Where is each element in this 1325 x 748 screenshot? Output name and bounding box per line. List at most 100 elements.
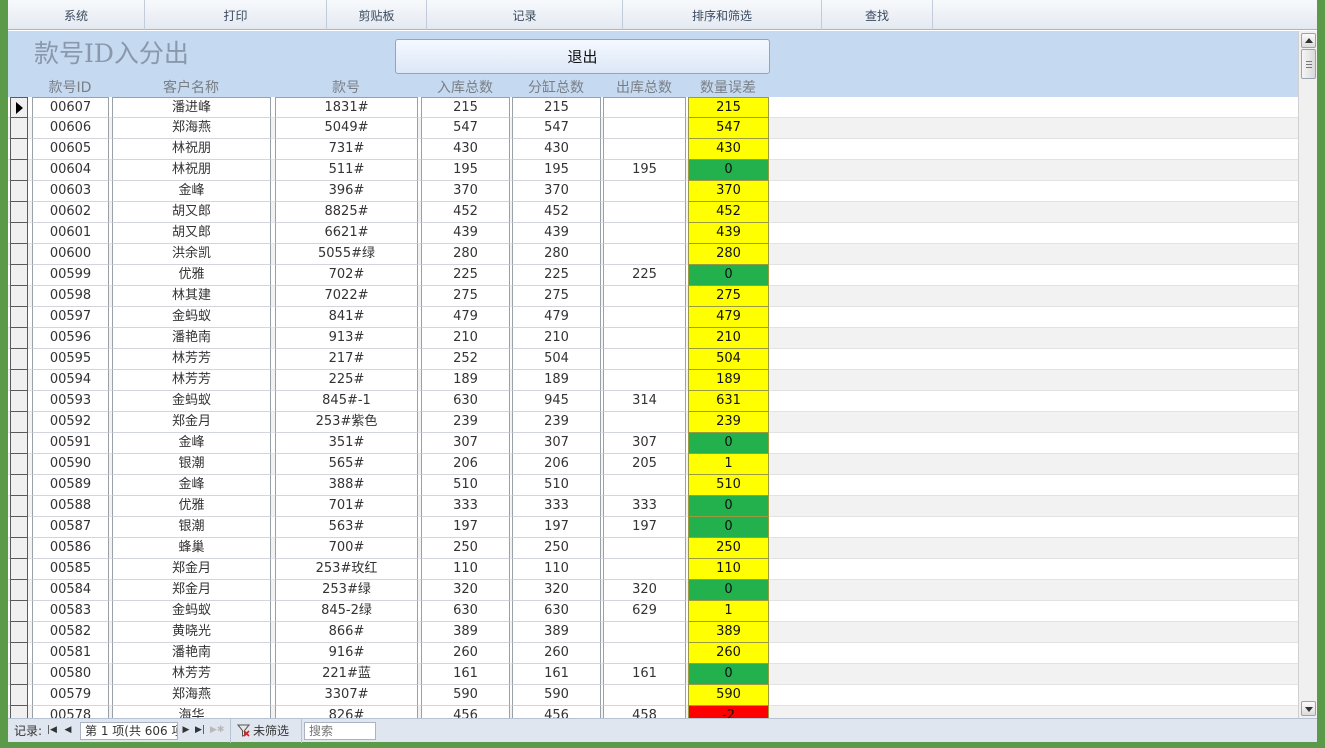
table-row[interactable]: 00580 林芳芳 221#蓝 161 161 161 0 bbox=[8, 664, 1298, 685]
cell-in-total[interactable]: 590 bbox=[421, 685, 510, 706]
record-selector[interactable] bbox=[10, 517, 28, 538]
cell-out-total[interactable] bbox=[603, 328, 686, 349]
cell-out-total[interactable]: 225 bbox=[603, 265, 686, 286]
cell-style-no[interactable]: 845#-1 bbox=[275, 391, 418, 412]
record-selector[interactable] bbox=[10, 160, 28, 181]
ribbon-group-records[interactable]: 记录 bbox=[427, 0, 623, 30]
record-selector[interactable] bbox=[10, 202, 28, 223]
record-selector[interactable] bbox=[10, 475, 28, 496]
vertical-scrollbar[interactable] bbox=[1298, 31, 1317, 718]
cell-diff[interactable]: 250 bbox=[688, 538, 769, 559]
table-row[interactable]: 00603 金峰 396# 370 370 370 bbox=[8, 181, 1298, 202]
cell-diff[interactable]: 504 bbox=[688, 349, 769, 370]
table-row[interactable]: 00587 银潮 563# 197 197 197 0 bbox=[8, 517, 1298, 538]
cell-style-id[interactable]: 00601 bbox=[32, 223, 109, 244]
ribbon-group-clipboard[interactable]: 剪贴板 bbox=[327, 0, 427, 30]
cell-in-total[interactable]: 195 bbox=[421, 160, 510, 181]
cell-customer[interactable]: 银潮 bbox=[112, 454, 271, 475]
cell-out-total[interactable] bbox=[603, 181, 686, 202]
cell-diff[interactable]: 0 bbox=[688, 517, 769, 538]
cell-vat-total[interactable]: 215 bbox=[512, 97, 601, 118]
cell-in-total[interactable]: 389 bbox=[421, 622, 510, 643]
cell-customer[interactable]: 林芳芳 bbox=[112, 664, 271, 685]
cell-style-no[interactable]: 563# bbox=[275, 517, 418, 538]
scroll-thumb[interactable] bbox=[1301, 49, 1316, 79]
table-row[interactable]: 00598 林其建 7022# 275 275 275 bbox=[8, 286, 1298, 307]
cell-out-total[interactable] bbox=[603, 97, 686, 118]
table-row[interactable]: 00597 金蚂蚁 841# 479 479 479 bbox=[8, 307, 1298, 328]
table-row[interactable]: 00588 优雅 701# 333 333 333 0 bbox=[8, 496, 1298, 517]
table-row[interactable]: 00579 郑海燕 3307# 590 590 590 bbox=[8, 685, 1298, 706]
record-selector[interactable] bbox=[10, 496, 28, 517]
cell-out-total[interactable] bbox=[603, 223, 686, 244]
cell-style-no[interactable]: 351# bbox=[275, 433, 418, 454]
cell-style-id[interactable]: 00595 bbox=[32, 349, 109, 370]
cell-out-total[interactable] bbox=[603, 559, 686, 580]
cell-style-no[interactable]: 388# bbox=[275, 475, 418, 496]
cell-style-id[interactable]: 00580 bbox=[32, 664, 109, 685]
table-row[interactable]: 00599 优雅 702# 225 225 225 0 bbox=[8, 265, 1298, 286]
cell-diff[interactable]: 0 bbox=[688, 664, 769, 685]
cell-style-id[interactable]: 00605 bbox=[32, 139, 109, 160]
cell-vat-total[interactable]: 452 bbox=[512, 202, 601, 223]
cell-style-id[interactable]: 00597 bbox=[32, 307, 109, 328]
ribbon-group-sort-filter[interactable]: 排序和筛选 bbox=[623, 0, 822, 30]
cell-style-no[interactable]: 217# bbox=[275, 349, 418, 370]
cell-in-total[interactable]: 630 bbox=[421, 391, 510, 412]
record-selector[interactable] bbox=[10, 580, 28, 601]
table-row[interactable]: 00586 蜂巢 700# 250 250 250 bbox=[8, 538, 1298, 559]
cell-vat-total[interactable]: 320 bbox=[512, 580, 601, 601]
cell-out-total[interactable]: 333 bbox=[603, 496, 686, 517]
cell-out-total[interactable]: 197 bbox=[603, 517, 686, 538]
cell-in-total[interactable]: 307 bbox=[421, 433, 510, 454]
cell-style-no[interactable]: 253#紫色 bbox=[275, 412, 418, 433]
cell-customer[interactable]: 潘艳南 bbox=[112, 643, 271, 664]
table-row[interactable]: 00594 林芳芳 225# 189 189 189 bbox=[8, 370, 1298, 391]
record-selector[interactable] bbox=[10, 328, 28, 349]
cell-style-id[interactable]: 00598 bbox=[32, 286, 109, 307]
cell-in-total[interactable]: 250 bbox=[421, 538, 510, 559]
cell-in-total[interactable]: 161 bbox=[421, 664, 510, 685]
cell-style-no[interactable]: 913# bbox=[275, 328, 418, 349]
ribbon-group-find[interactable]: 查找 bbox=[822, 0, 933, 30]
cell-customer[interactable]: 金蚂蚁 bbox=[112, 307, 271, 328]
cell-customer[interactable]: 蜂巢 bbox=[112, 538, 271, 559]
search-input[interactable] bbox=[304, 722, 376, 740]
cell-customer[interactable]: 优雅 bbox=[112, 265, 271, 286]
table-row[interactable]: 00591 金峰 351# 307 307 307 0 bbox=[8, 433, 1298, 454]
cell-style-id[interactable]: 00578 bbox=[32, 706, 109, 718]
cell-in-total[interactable]: 189 bbox=[421, 370, 510, 391]
cell-out-total[interactable]: 307 bbox=[603, 433, 686, 454]
cell-customer[interactable]: 潘进峰 bbox=[112, 97, 271, 118]
cell-in-total[interactable]: 439 bbox=[421, 223, 510, 244]
cell-out-total[interactable]: 205 bbox=[603, 454, 686, 475]
cell-out-total[interactable] bbox=[603, 349, 686, 370]
cell-vat-total[interactable]: 250 bbox=[512, 538, 601, 559]
cell-style-no[interactable]: 866# bbox=[275, 622, 418, 643]
cell-diff[interactable]: 590 bbox=[688, 685, 769, 706]
cell-vat-total[interactable]: 630 bbox=[512, 601, 601, 622]
cell-out-total[interactable] bbox=[603, 475, 686, 496]
cell-vat-total[interactable]: 504 bbox=[512, 349, 601, 370]
cell-customer[interactable]: 金蚂蚁 bbox=[112, 601, 271, 622]
cell-out-total[interactable] bbox=[603, 412, 686, 433]
cell-out-total[interactable] bbox=[603, 643, 686, 664]
cell-out-total[interactable] bbox=[603, 139, 686, 160]
cell-diff[interactable]: 547 bbox=[688, 118, 769, 139]
filter-status-button[interactable]: 未筛选 bbox=[230, 719, 302, 743]
cell-out-total[interactable]: 161 bbox=[603, 664, 686, 685]
cell-diff[interactable]: 189 bbox=[688, 370, 769, 391]
cell-diff[interactable]: -2 bbox=[688, 706, 769, 718]
cell-style-no[interactable]: 826# bbox=[275, 706, 418, 718]
table-row[interactable]: 00583 金蚂蚁 845-2绿 630 630 629 1 bbox=[8, 601, 1298, 622]
cell-customer[interactable]: 金峰 bbox=[112, 433, 271, 454]
cell-diff[interactable]: 1 bbox=[688, 601, 769, 622]
table-row[interactable]: 00578 海华 826# 456 456 458 -2 bbox=[8, 706, 1298, 718]
scroll-up-button[interactable] bbox=[1301, 33, 1316, 48]
cell-vat-total[interactable]: 210 bbox=[512, 328, 601, 349]
cell-diff[interactable]: 430 bbox=[688, 139, 769, 160]
cell-diff[interactable]: 275 bbox=[688, 286, 769, 307]
cell-vat-total[interactable]: 225 bbox=[512, 265, 601, 286]
cell-diff[interactable]: 1 bbox=[688, 454, 769, 475]
cell-style-id[interactable]: 00600 bbox=[32, 244, 109, 265]
